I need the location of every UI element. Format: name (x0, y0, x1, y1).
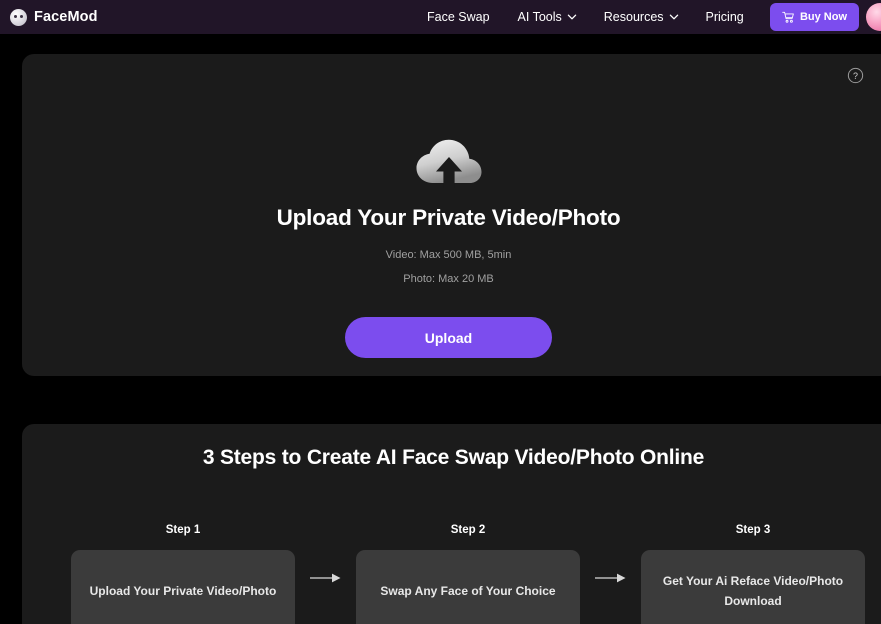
steps-card: 3 Steps to Create AI Face Swap Video/Pho… (22, 424, 881, 624)
chevron-down-icon (669, 12, 678, 21)
nav-item-ai-tools[interactable]: AI Tools (504, 0, 590, 34)
step-text: Get Your Ai Reface Video/Photo Download (662, 574, 844, 608)
brand-logo-link[interactable]: FaceMod (10, 8, 98, 26)
video-limit-text: Video: Max 500 MB, 5min (385, 249, 512, 261)
main-navigation: Face Swap AI Tools Resources Pricing (413, 0, 758, 34)
step-label: Step 2 (450, 524, 486, 536)
cloud-upload-icon (415, 138, 483, 190)
site-header: FaceMod Face Swap AI Tools Resources Pri… (0, 0, 881, 34)
nav-item-label: Face Swap (427, 10, 490, 24)
nav-item-label: Pricing (705, 10, 744, 24)
cloud-upload-icon-wrap (22, 138, 875, 190)
nav-item-resources[interactable]: Resources (590, 0, 692, 34)
step-text: Upload Your Private Video/Photo (89, 583, 277, 598)
buy-now-label: Buy Now (799, 11, 848, 23)
shopping-cart-icon (782, 11, 795, 24)
step-card-2[interactable]: Swap Any Face of Your Choice (356, 550, 580, 624)
nav-item-label: AI Tools (517, 10, 562, 24)
nav-item-pricing[interactable]: Pricing (692, 0, 758, 34)
nav-item-label: Resources (603, 10, 664, 24)
steps-row: Step 1 Upload Your Private Video/Photo S… (71, 524, 865, 624)
avatar[interactable] (866, 3, 881, 31)
step-column-2: Step 2 Swap Any Face of Your Choice (356, 524, 580, 624)
help-circle-icon[interactable]: ? (847, 67, 864, 84)
brand-name: FaceMod (34, 9, 98, 25)
nav-item-face-swap[interactable]: Face Swap (413, 0, 504, 34)
buy-now-button[interactable]: Buy Now (770, 3, 859, 31)
step-column-3: Step 3 Get Your Ai Reface Video/Photo Do… (641, 524, 865, 624)
svg-text:?: ? (853, 71, 858, 81)
upload-button-wrap: Upload (22, 317, 875, 358)
step-card-3[interactable]: Get Your Ai Reface Video/Photo Download (641, 550, 865, 624)
arrow-right-icon (295, 524, 356, 624)
step-text: Swap Any Face of Your Choice (380, 583, 556, 598)
steps-section-title: 3 Steps to Create AI Face Swap Video/Pho… (202, 446, 705, 469)
upload-button[interactable]: Upload (345, 317, 552, 358)
photo-limit-text: Photo: Max 20 MB (403, 273, 494, 285)
page-body: ? Upload Your Private Video/Photo Video:… (0, 34, 881, 624)
arrow-right-icon (580, 524, 641, 624)
page-title: Upload Your Private Video/Photo (276, 205, 621, 230)
step-card-1[interactable]: Upload Your Private Video/Photo (71, 550, 295, 624)
step-column-1: Step 1 Upload Your Private Video/Photo (71, 524, 295, 624)
upload-card: ? Upload Your Private Video/Photo Video:… (22, 54, 881, 376)
step-label: Step 3 (735, 524, 771, 536)
face-circle-logo-icon (10, 8, 27, 26)
step-label: Step 1 (165, 524, 201, 536)
chevron-down-icon (567, 12, 577, 21)
